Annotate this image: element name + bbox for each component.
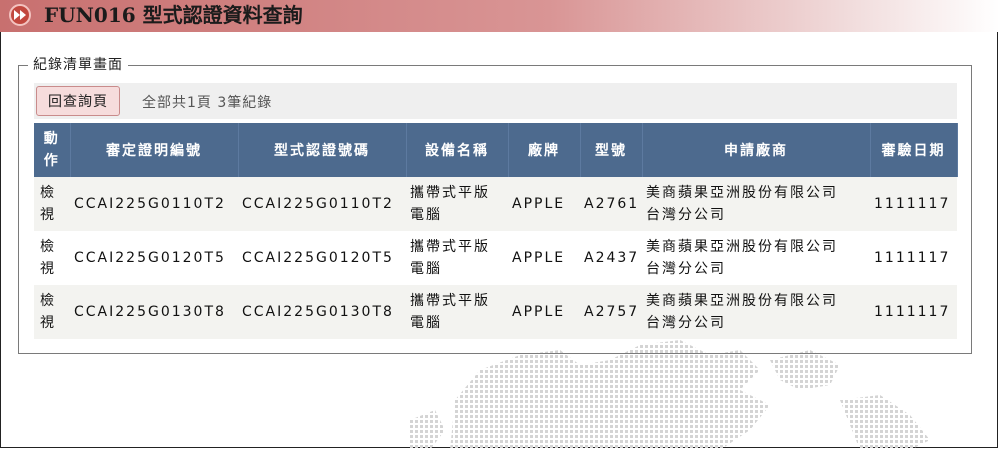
applicant-cell: 美商蘋果亞洲股份有限公司 台灣分公司 bbox=[642, 285, 870, 339]
table-row: 檢視 CCAI225G0120T5 CCAI225G0120T5 攜帶式平版 電腦… bbox=[34, 231, 957, 285]
results-table: 動作 審定證明編號 型式認證號碼 設備名稱 廠牌 型號 申請廠商 審驗日期 檢視… bbox=[34, 123, 958, 339]
table-header-row: 動作 審定證明編號 型式認證號碼 設備名稱 廠牌 型號 申請廠商 審驗日期 bbox=[34, 123, 958, 177]
cert-no-cell: CCAI225G0130T8 bbox=[70, 285, 238, 339]
table-row: 檢視 CCAI225G0110T2 CCAI225G0110T2 攜帶式平版 電腦… bbox=[34, 177, 957, 231]
view-link[interactable]: 檢視 bbox=[34, 177, 70, 231]
result-toolbar: 回查詢頁 全部共1頁 3筆紀錄 bbox=[34, 83, 957, 119]
type-no-cell: CCAI225G0130T8 bbox=[238, 285, 406, 339]
pagination-info: 全部共1頁 3筆紀錄 bbox=[142, 95, 273, 111]
table-row: 檢視 CCAI225G0130T8 CCAI225G0130T8 攜帶式平版 電腦… bbox=[34, 285, 957, 339]
cert-no-cell: CCAI225G0120T5 bbox=[70, 231, 238, 285]
page-header: FUN016 型式認證資料查詢 bbox=[0, 0, 1000, 32]
date-cell: 1111117 bbox=[870, 177, 957, 231]
brand-cell: APPLE bbox=[508, 285, 580, 339]
model-cell: A2437 bbox=[580, 231, 642, 285]
device-cell: 攜帶式平版 電腦 bbox=[406, 285, 508, 339]
view-link[interactable]: 檢視 bbox=[34, 285, 70, 339]
column-header-brand[interactable]: 廠牌 bbox=[508, 123, 581, 177]
device-cell: 攜帶式平版 電腦 bbox=[406, 231, 508, 285]
column-header-model[interactable]: 型號 bbox=[580, 123, 643, 177]
cert-no-cell: CCAI225G0110T2 bbox=[70, 177, 238, 231]
brand-cell: APPLE bbox=[508, 231, 580, 285]
date-cell: 1111117 bbox=[870, 285, 957, 339]
model-cell: A2757 bbox=[580, 285, 642, 339]
column-header-device[interactable]: 設備名稱 bbox=[406, 123, 509, 177]
back-to-search-button[interactable]: 回查詢頁 bbox=[36, 86, 120, 116]
brand-cell: APPLE bbox=[508, 177, 580, 231]
applicant-cell: 美商蘋果亞洲股份有限公司 台灣分公司 bbox=[642, 231, 870, 285]
column-header-date[interactable]: 審驗日期 bbox=[870, 123, 958, 177]
view-link[interactable]: 檢視 bbox=[34, 231, 70, 285]
date-cell: 1111117 bbox=[870, 231, 957, 285]
column-header-applicant[interactable]: 申請廠商 bbox=[642, 123, 871, 177]
column-header-cert-no[interactable]: 審定證明編號 bbox=[70, 123, 239, 177]
column-header-action: 動作 bbox=[34, 123, 71, 177]
page-title: FUN016 型式認證資料查詢 bbox=[44, 3, 303, 27]
type-no-cell: CCAI225G0110T2 bbox=[238, 177, 406, 231]
fast-forward-icon bbox=[9, 4, 31, 26]
column-header-type-no[interactable]: 型式認證號碼 bbox=[238, 123, 407, 177]
fieldset-legend: 紀錄清單畫面 bbox=[28, 56, 128, 74]
device-cell: 攜帶式平版 電腦 bbox=[406, 177, 508, 231]
type-no-cell: CCAI225G0120T5 bbox=[238, 231, 406, 285]
model-cell: A2761 bbox=[580, 177, 642, 231]
applicant-cell: 美商蘋果亞洲股份有限公司 台灣分公司 bbox=[642, 177, 870, 231]
